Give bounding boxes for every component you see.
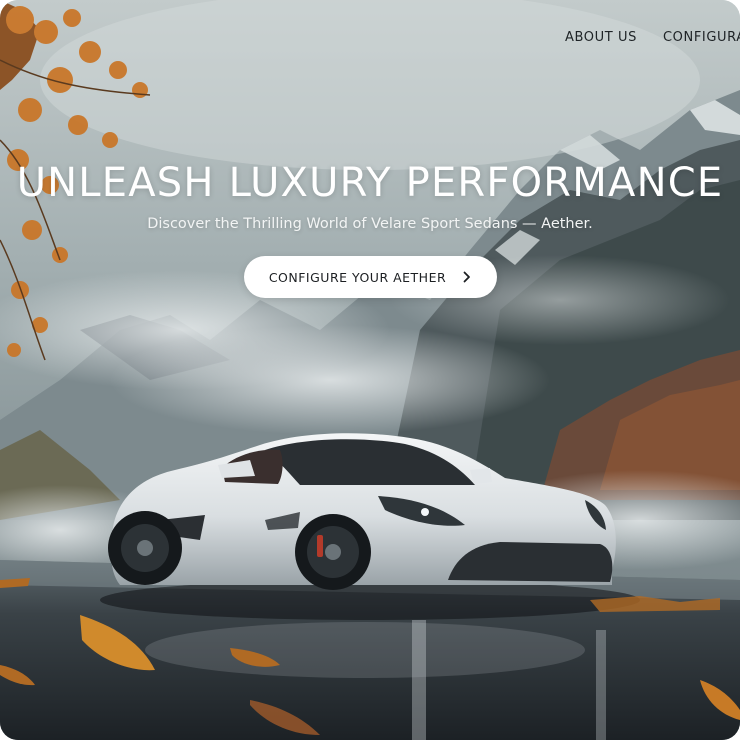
hero-title: UNLEASH LUXURY PERFORMANCE	[16, 160, 724, 206]
configure-your-aether-button[interactable]: CONFIGURE YOUR AETHER	[244, 256, 497, 298]
nav-link-about-us[interactable]: ABOUT US	[565, 30, 637, 45]
hero-subtitle: Discover the Thrilling World of Velare S…	[147, 216, 593, 232]
cta-label: CONFIGURE YOUR AETHER	[268, 269, 447, 285]
nav-link-configurator[interactable]: CONFIGURATOR	[663, 30, 740, 45]
hero-section: ABOUT US CONFIGURATOR UNLEASH LUXURY PER…	[0, 0, 740, 740]
hero-background-image	[0, 0, 740, 740]
chevron-right-icon	[463, 271, 471, 283]
top-nav: ABOUT US CONFIGURATOR	[565, 30, 740, 45]
